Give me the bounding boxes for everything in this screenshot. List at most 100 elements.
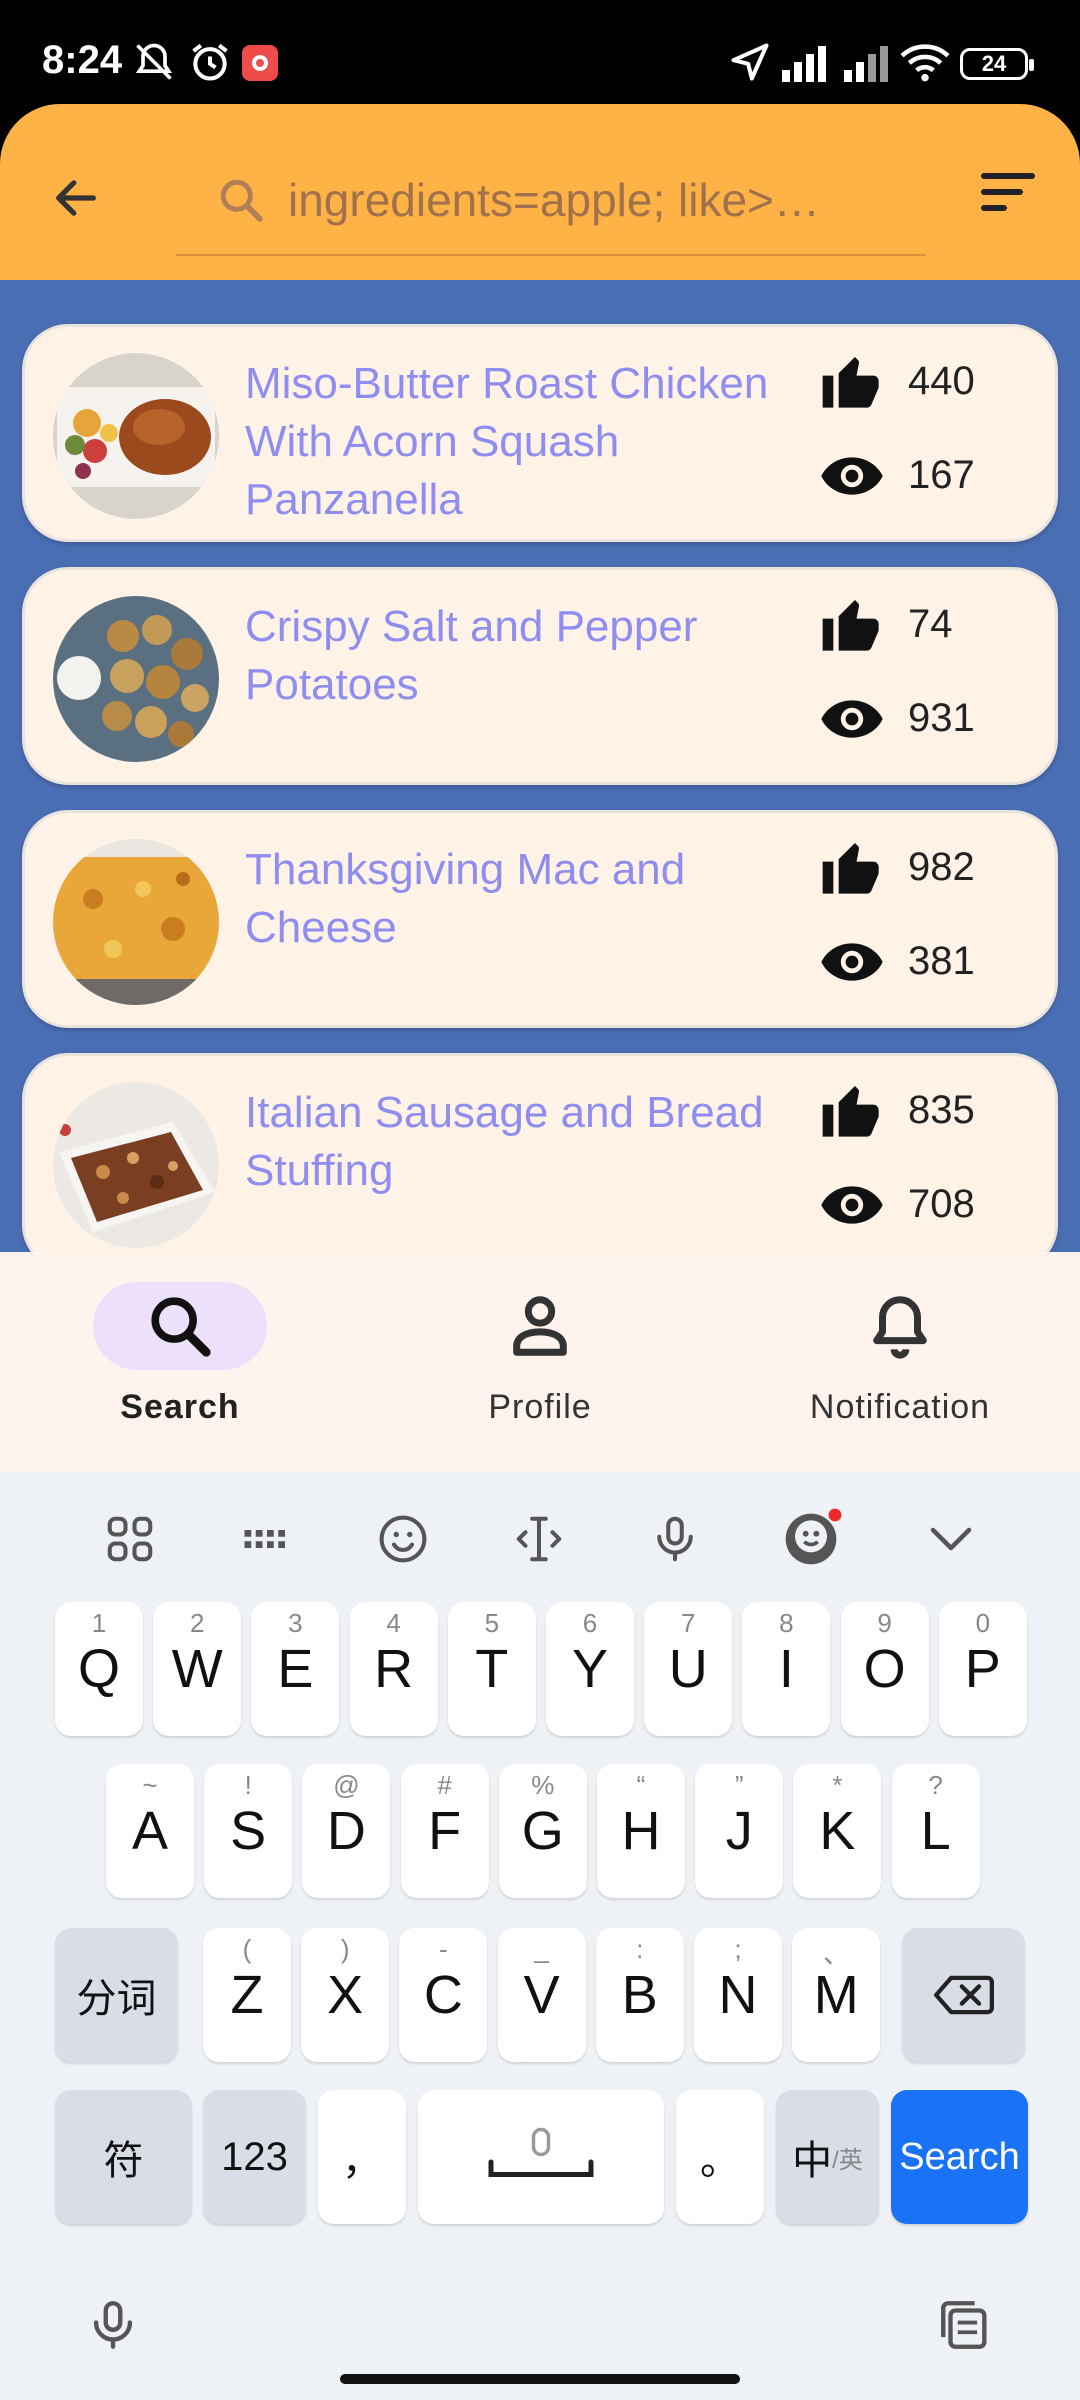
key-w[interactable]: 2W [153, 1602, 242, 1736]
likes-count: 835 [908, 1087, 975, 1132]
kb-layout-button[interactable] [232, 1504, 302, 1574]
numbers-key[interactable]: 123 [203, 2090, 306, 2224]
key-s[interactable]: ! S [204, 1764, 293, 1898]
key-q[interactable]: 1Q [55, 1602, 143, 1736]
segment-key[interactable]: 分词 [55, 1928, 178, 2062]
key-label: K [819, 1801, 856, 1861]
key-v[interactable]: _ V [497, 1928, 586, 2062]
status-time: 8:24 [42, 38, 123, 82]
key-label: J [725, 1801, 753, 1861]
likes-stat[interactable]: 982 [820, 837, 975, 897]
hd-signal-icon [844, 46, 888, 82]
key-n[interactable]: ; N [694, 1928, 782, 2062]
recipe-card[interactable]: Crispy Salt and Pepper Potatoes 74 931 [22, 567, 1058, 785]
key-x[interactable]: ) X [301, 1928, 390, 2062]
recipe-title: Thanksgiving Mac and Cheese [245, 845, 686, 952]
key-label: M [813, 1965, 859, 2025]
key-hint: ~ [142, 1770, 158, 1800]
nav-item-notification[interactable]: Notification [750, 1282, 1050, 1452]
kb-apps-button[interactable] [95, 1504, 165, 1574]
space-key[interactable] [418, 2090, 664, 2224]
period-key[interactable]: 。 [676, 2090, 764, 2224]
key-m[interactable]: 、 M [792, 1928, 881, 2062]
thumbs-up-icon [822, 843, 879, 894]
key-u[interactable]: 7U [644, 1602, 733, 1736]
nav-icon-wrap [813, 1282, 987, 1370]
key-hint: 5 [484, 1608, 500, 1638]
nav-item-search[interactable]: Search [30, 1282, 330, 1452]
key-f[interactable]: # F [400, 1764, 489, 1898]
recipe-card[interactable]: Miso-Butter Roast Chicken With Acorn Squ… [22, 324, 1058, 542]
key-hint: ; [734, 1934, 742, 1964]
thumbs-up-icon [822, 357, 879, 408]
key-label: E [277, 1639, 314, 1699]
key-c[interactable]: -C [399, 1928, 488, 2062]
key-e[interactable]: 3E [251, 1602, 340, 1736]
key-o[interactable]: 9O [840, 1602, 929, 1736]
key-label: L [920, 1801, 951, 1861]
key-t[interactable]: 5T [447, 1602, 536, 1736]
key-p[interactable]: 0P [938, 1602, 1027, 1736]
backspace-icon [933, 1975, 994, 2015]
soft-keyboard: 1Q2W3E4R5T6Y7U8I9O0P ~ A! S @ D # F% G “H” J * K? L … [0, 1472, 1080, 2400]
key-d[interactable]: @ D [302, 1764, 391, 1898]
key-k[interactable]: * K [793, 1764, 882, 1898]
eye-icon [821, 1185, 883, 1224]
arrow-left-icon [56, 180, 96, 216]
recipe-card[interactable]: Thanksgiving Mac and Cheese 982 381 [22, 810, 1058, 1028]
eye-icon [821, 942, 883, 981]
language-key[interactable]: 中/英 [776, 2090, 879, 2224]
sort-button[interactable] [980, 170, 1050, 226]
likes-stat[interactable]: 440 [820, 351, 975, 411]
back-button[interactable] [40, 162, 112, 234]
key-r[interactable]: 4R [349, 1602, 438, 1736]
status-bar: 8:24 24 [0, 0, 1080, 105]
key-label: O [863, 1639, 906, 1699]
views-stat: 381 [820, 939, 975, 984]
keyboard-search-key[interactable]: Search [891, 2090, 1028, 2224]
key-y[interactable]: 6Y [546, 1602, 634, 1736]
key-label: Y [571, 1639, 609, 1699]
emoji-icon [379, 1515, 427, 1563]
grid-icon [107, 1516, 153, 1562]
key-hint: 3 [288, 1608, 303, 1638]
kb-ai-button[interactable] [776, 1504, 846, 1574]
microphone-icon [93, 2301, 133, 2349]
key-hint: 6 [582, 1608, 598, 1638]
key-hint: ! [244, 1770, 252, 1800]
key-hint: * [832, 1770, 843, 1800]
key-g[interactable]: % G [498, 1764, 587, 1898]
bottom-voice-button[interactable] [78, 2290, 148, 2360]
key-j[interactable]: ” J [695, 1764, 784, 1898]
backspace-key[interactable] [902, 1928, 1025, 2062]
key-b[interactable]: :B [595, 1928, 684, 2062]
key-a[interactable]: ~ A [106, 1764, 194, 1898]
key-label: U [668, 1639, 708, 1699]
likes-stat[interactable]: 835 [820, 1080, 975, 1140]
recipe-list[interactable]: Miso-Butter Roast Chicken With Acorn Squ… [0, 280, 1080, 1252]
key-i[interactable]: 8I [742, 1602, 831, 1736]
key-z[interactable]: (Z [203, 1928, 291, 2062]
home-indicator[interactable] [340, 2374, 740, 2384]
nav-item-profile[interactable]: Profile [390, 1282, 690, 1452]
kb-collapse-button[interactable] [916, 1504, 986, 1574]
key-h[interactable]: “H [597, 1764, 685, 1898]
search-bar[interactable] [176, 146, 926, 256]
recipe-title: Crispy Salt and Pepper Potatoes [245, 602, 698, 709]
likes-stat[interactable]: 74 [820, 594, 953, 654]
clipboard-button[interactable] [930, 2290, 1000, 2360]
space-mic-icon [488, 2127, 594, 2177]
kb-emoji-button[interactable] [368, 1504, 438, 1574]
key-hint: “ [636, 1770, 646, 1800]
kb-cursor-button[interactable] [504, 1504, 574, 1574]
kb-voice-button[interactable] [640, 1504, 710, 1574]
search-input[interactable] [288, 173, 908, 227]
key-l[interactable]: ? L [891, 1764, 980, 1898]
key-label: V [523, 1965, 560, 2025]
recipe-title: Italian Sausage and Bread Stuffing [245, 1088, 764, 1195]
key-hint: 0 [975, 1608, 991, 1638]
symbols-key[interactable]: 符 [55, 2090, 192, 2224]
recipe-card[interactable]: Italian Sausage and Bread Stuffing 835 7… [22, 1053, 1058, 1252]
key-hint: # [437, 1770, 452, 1800]
comma-key[interactable]: ， [318, 2090, 406, 2224]
